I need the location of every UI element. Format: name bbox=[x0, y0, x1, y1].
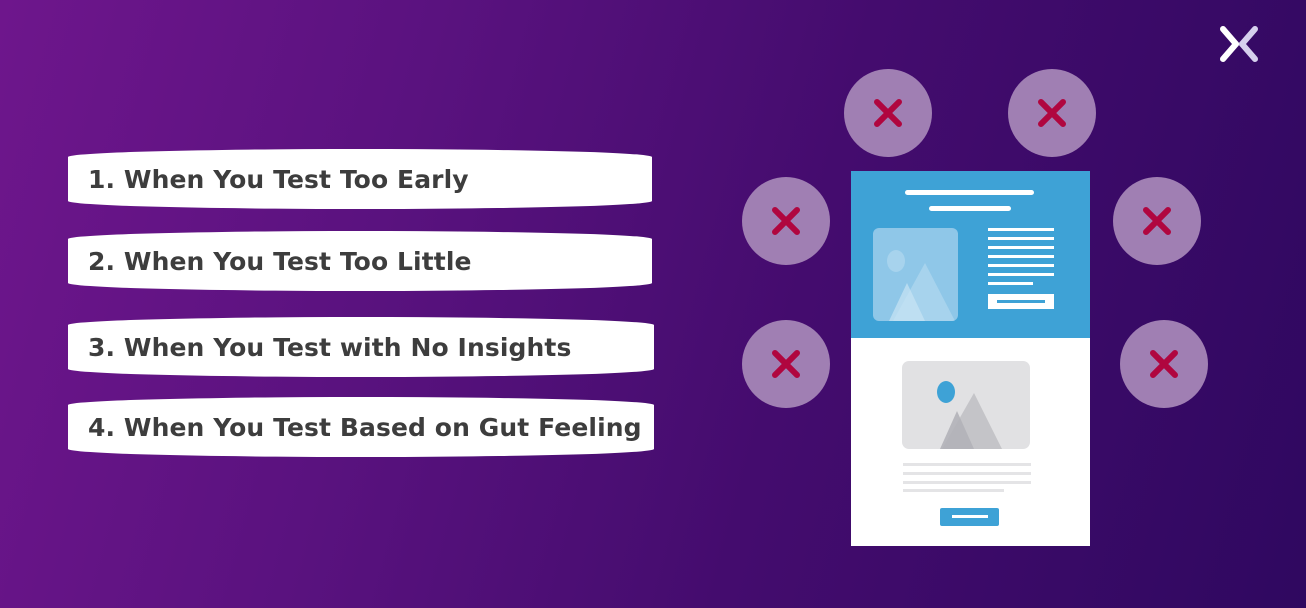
cross-icon bbox=[1150, 350, 1178, 378]
mockup-title-line bbox=[905, 190, 1034, 195]
mockup-cta-button bbox=[940, 508, 999, 526]
list-item-label: 3. When You Test with No Insights bbox=[88, 332, 572, 362]
brand-logo bbox=[1218, 24, 1260, 64]
list-item[interactable]: 3. When You Test with No Insights bbox=[68, 317, 654, 377]
cross-circle bbox=[1113, 177, 1201, 265]
cross-icon bbox=[772, 350, 800, 378]
x-logo-icon bbox=[1220, 26, 1258, 62]
cross-icon bbox=[1143, 207, 1171, 235]
list-item[interactable]: 1. When You Test Too Early bbox=[68, 149, 652, 209]
cross-icon bbox=[1038, 99, 1066, 127]
mockup-subtitle-line bbox=[929, 206, 1011, 211]
mockup-hero bbox=[851, 171, 1090, 338]
image-placeholder-icon bbox=[873, 228, 958, 321]
list-item-label: 2. When You Test Too Little bbox=[88, 246, 472, 276]
cross-icon bbox=[772, 207, 800, 235]
cross-circle bbox=[742, 177, 830, 265]
cross-circle bbox=[742, 320, 830, 408]
image-placeholder-icon bbox=[902, 361, 1030, 449]
cross-icon bbox=[874, 99, 902, 127]
cross-circle bbox=[844, 69, 932, 157]
list-item-label: 1. When You Test Too Early bbox=[88, 164, 469, 194]
list-item-label: 4. When You Test Based on Gut Feeling bbox=[88, 412, 642, 442]
list-item[interactable]: 4. When You Test Based on Gut Feeling bbox=[68, 397, 654, 457]
cross-circle bbox=[1008, 69, 1096, 157]
mockup-hero-button bbox=[988, 294, 1054, 309]
email-template-mockup bbox=[851, 171, 1090, 546]
list-item[interactable]: 2. When You Test Too Little bbox=[68, 231, 652, 291]
cross-circle bbox=[1120, 320, 1208, 408]
